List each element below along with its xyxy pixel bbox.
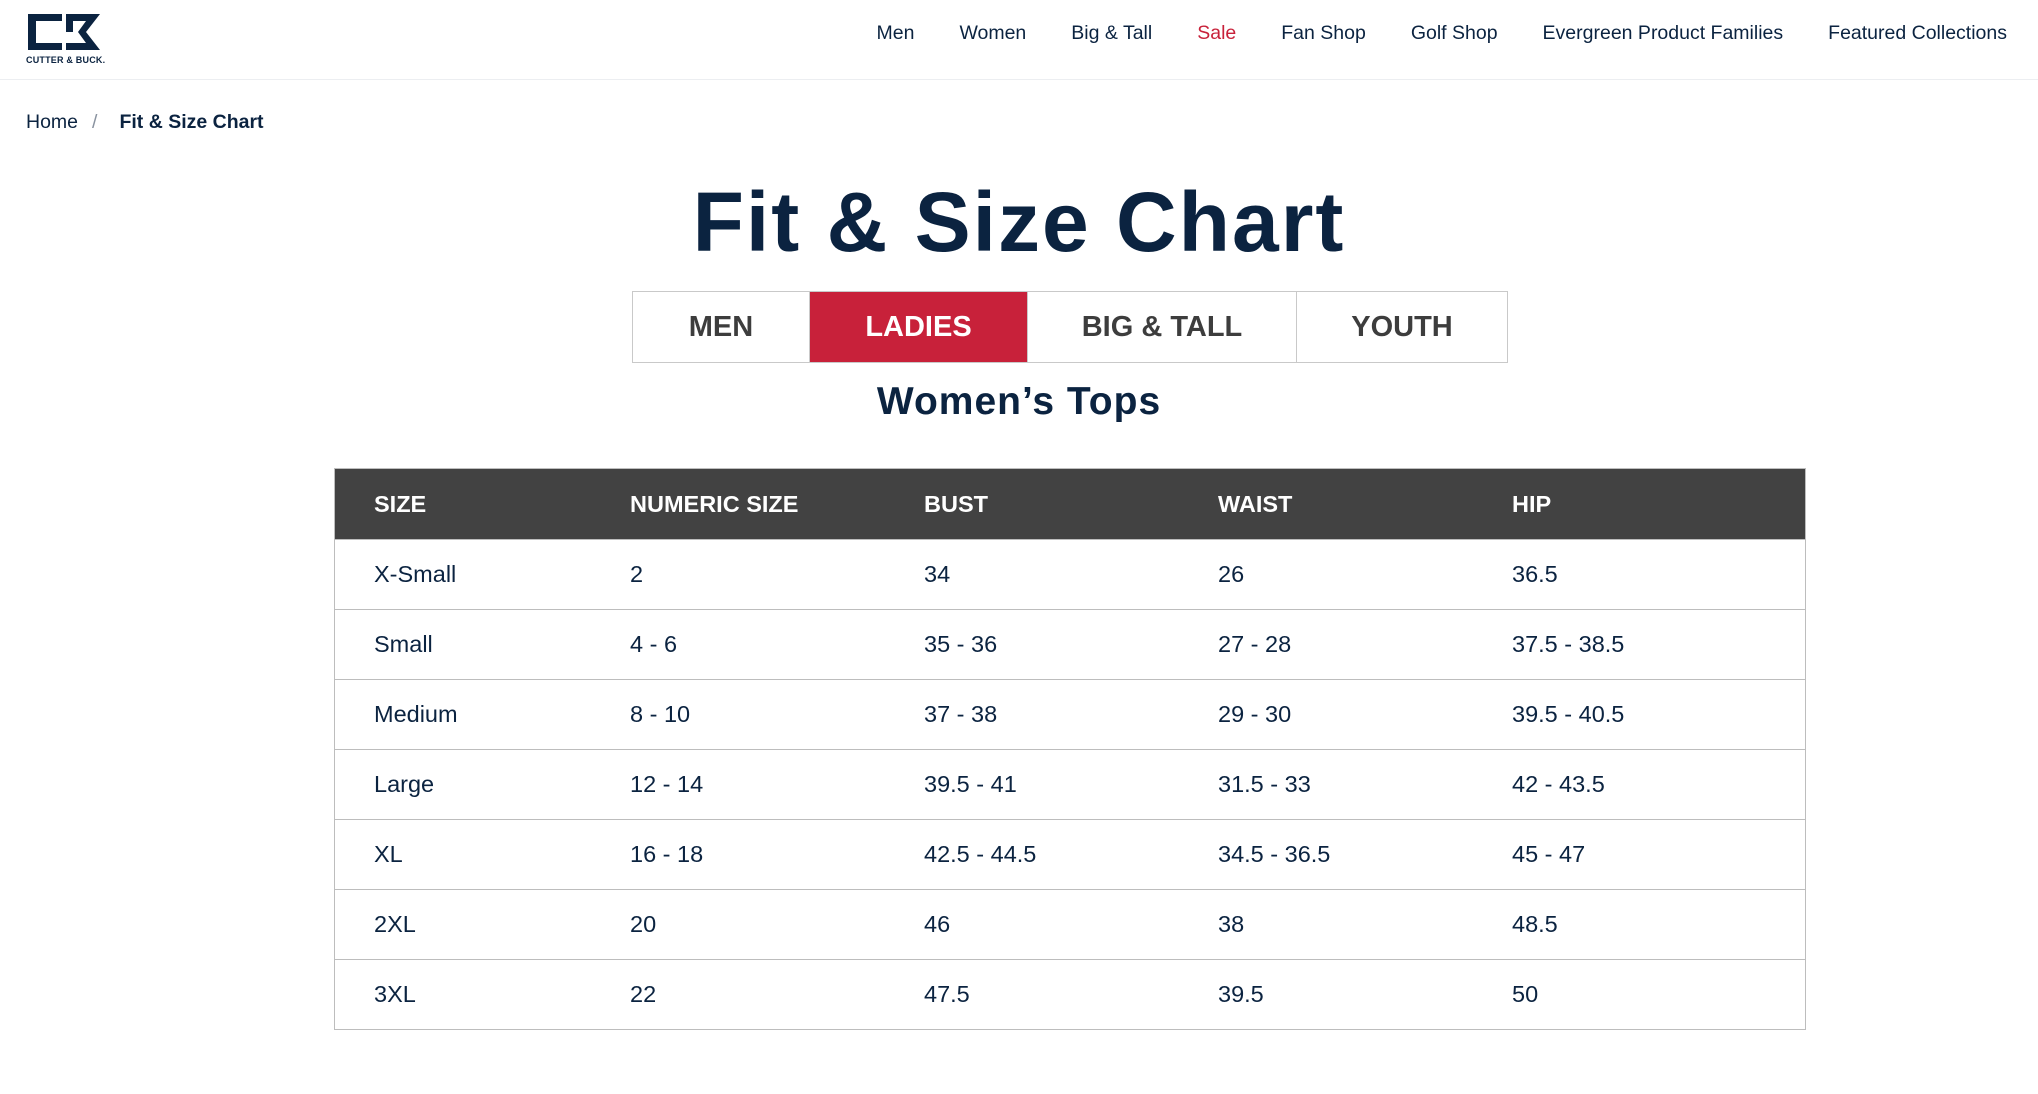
- nav-item-evergreen[interactable]: Evergreen Product Families: [1543, 22, 1784, 45]
- size-category-tabs: MEN LADIES BIG & TALL YOUTH: [632, 291, 1508, 363]
- section-title: Women’s Tops: [876, 380, 1162, 423]
- cell-size: Large: [334, 749, 630, 820]
- cell-numeric-size: 16 - 18: [630, 819, 924, 890]
- tab-ladies[interactable]: LADIES: [809, 292, 1027, 362]
- cell-hip: 48.5: [1512, 889, 1806, 960]
- cell-bust: 37 - 38: [924, 679, 1218, 750]
- cell-numeric-size: 22: [630, 959, 924, 1030]
- cell-numeric-size: 12 - 14: [630, 749, 924, 820]
- table-row: Large 12 - 14 39.5 - 41 31.5 - 33 42 - 4…: [334, 749, 1806, 820]
- nav-item-golf-shop[interactable]: Golf Shop: [1411, 22, 1498, 45]
- cell-bust: 47.5: [924, 959, 1218, 1030]
- size-chart-table: SIZE NUMERIC SIZE BUST WAIST HIP X-Small…: [334, 468, 1806, 1030]
- table-row: Small 4 - 6 35 - 36 27 - 28 37.5 - 38.5: [334, 609, 1806, 680]
- breadcrumb: Home / Fit & Size Chart: [26, 111, 264, 134]
- cell-hip: 45 - 47: [1512, 819, 1806, 890]
- table-header-row: SIZE NUMERIC SIZE BUST WAIST HIP: [334, 468, 1806, 540]
- cell-hip: 50: [1512, 959, 1806, 1030]
- cell-bust: 34: [924, 539, 1218, 610]
- tab-big-tall[interactable]: BIG & TALL: [1027, 292, 1296, 362]
- main-nav: Men Women Big & Tall Sale Fan Shop Golf …: [877, 22, 2008, 45]
- column-header-hip: HIP: [1512, 468, 1806, 540]
- cell-size: Small: [334, 609, 630, 680]
- cell-size: 2XL: [334, 889, 630, 960]
- cell-waist: 38: [1218, 889, 1512, 960]
- nav-item-women[interactable]: Women: [959, 22, 1026, 45]
- cell-bust: 39.5 - 41: [924, 749, 1218, 820]
- cell-waist: 34.5 - 36.5: [1218, 819, 1512, 890]
- cell-numeric-size: 2: [630, 539, 924, 610]
- table-row: 3XL 22 47.5 39.5 50: [334, 959, 1806, 1030]
- cell-size: X-Small: [334, 539, 630, 610]
- cell-numeric-size: 4 - 6: [630, 609, 924, 680]
- cell-numeric-size: 8 - 10: [630, 679, 924, 750]
- cell-hip: 42 - 43.5: [1512, 749, 1806, 820]
- cell-hip: 39.5 - 40.5: [1512, 679, 1806, 750]
- cell-size: 3XL: [334, 959, 630, 1030]
- cell-waist: 31.5 - 33: [1218, 749, 1512, 820]
- cell-numeric-size: 20: [630, 889, 924, 960]
- table-row: XL 16 - 18 42.5 - 44.5 34.5 - 36.5 45 - …: [334, 819, 1806, 890]
- tab-men[interactable]: MEN: [633, 292, 809, 362]
- table-row: Medium 8 - 10 37 - 38 29 - 30 39.5 - 40.…: [334, 679, 1806, 750]
- cell-waist: 27 - 28: [1218, 609, 1512, 680]
- brand-logo[interactable]: CUTTER & BUCK.: [26, 12, 108, 68]
- column-header-waist: WAIST: [1218, 468, 1512, 540]
- page-title: Fit & Size Chart: [692, 175, 1346, 269]
- breadcrumb-home-link[interactable]: Home: [26, 111, 78, 134]
- nav-item-featured-collections[interactable]: Featured Collections: [1828, 22, 2007, 45]
- site-header: CUTTER & BUCK. Men Women Big & Tall Sale…: [0, 0, 2038, 80]
- column-header-size: SIZE: [334, 468, 630, 540]
- tab-youth[interactable]: YOUTH: [1296, 292, 1507, 362]
- cell-size: Medium: [334, 679, 630, 750]
- table-row: X-Small 2 34 26 36.5: [334, 539, 1806, 610]
- breadcrumb-separator: /: [92, 111, 98, 133]
- nav-item-big-tall[interactable]: Big & Tall: [1071, 22, 1152, 45]
- nav-item-men[interactable]: Men: [877, 22, 915, 45]
- cell-waist: 39.5: [1218, 959, 1512, 1030]
- cell-bust: 46: [924, 889, 1218, 960]
- cell-size: XL: [334, 819, 630, 890]
- cell-waist: 26: [1218, 539, 1512, 610]
- cutter-buck-logo-icon: [28, 14, 100, 50]
- column-header-numeric-size: NUMERIC SIZE: [630, 468, 924, 540]
- cell-hip: 37.5 - 38.5: [1512, 609, 1806, 680]
- cell-bust: 35 - 36: [924, 609, 1218, 680]
- cell-bust: 42.5 - 44.5: [924, 819, 1218, 890]
- column-header-bust: BUST: [924, 468, 1218, 540]
- cell-waist: 29 - 30: [1218, 679, 1512, 750]
- breadcrumb-current: Fit & Size Chart: [119, 111, 264, 133]
- nav-item-sale[interactable]: Sale: [1197, 22, 1236, 45]
- brand-logo-text: CUTTER & BUCK.: [26, 55, 106, 65]
- table-row: 2XL 20 46 38 48.5: [334, 889, 1806, 960]
- cell-hip: 36.5: [1512, 539, 1806, 610]
- nav-item-fan-shop[interactable]: Fan Shop: [1281, 22, 1366, 45]
